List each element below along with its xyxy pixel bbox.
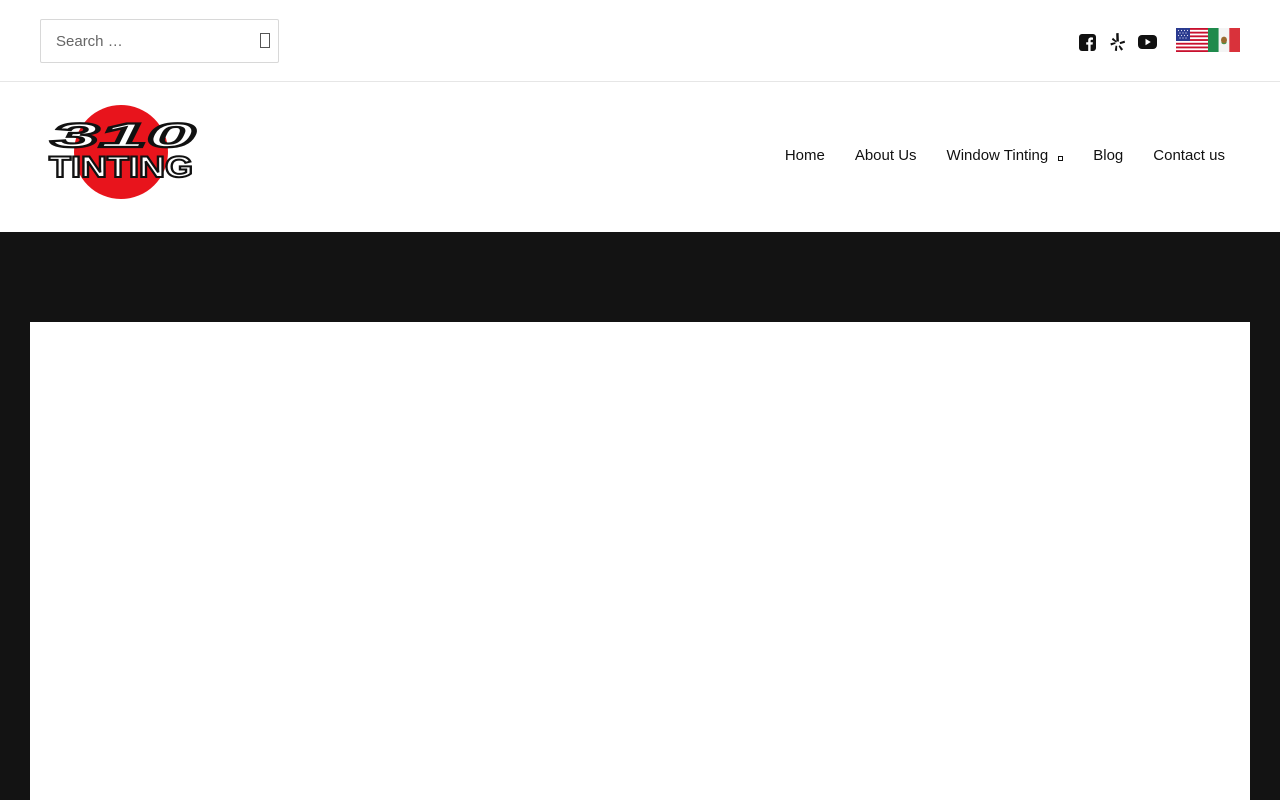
nav-contact-us[interactable]: Contact us [1138, 147, 1240, 164]
nav-blog[interactable]: Blog [1078, 147, 1138, 164]
top-bar [0, 0, 1280, 82]
nav-blog-label: Blog [1093, 147, 1124, 164]
nav-home-label: Home [784, 147, 825, 164]
mexico-flag-icon[interactable] [1208, 28, 1240, 52]
site-header: 310 TINTING Home About Us Window Tinting… [0, 83, 1280, 232]
facebook-icon[interactable] [1077, 31, 1097, 53]
logo-number: 310 [51, 117, 195, 155]
yelp-icon[interactable] [1108, 31, 1126, 53]
search-input[interactable] [41, 20, 241, 62]
nav-home[interactable]: Home [770, 147, 840, 164]
us-flag-icon[interactable] [1176, 28, 1208, 52]
search-submit-icon[interactable] [260, 33, 270, 48]
nav-about-us-label: About Us [854, 147, 917, 164]
nav-window-tinting[interactable]: Window Tinting [932, 147, 1079, 164]
nav-about-us[interactable]: About Us [840, 147, 932, 164]
youtube-icon[interactable] [1137, 31, 1157, 53]
nav-window-tinting-label: Window Tinting [946, 147, 1049, 164]
site-logo[interactable]: 310 TINTING [47, 103, 197, 201]
chevron-down-icon [1058, 155, 1064, 161]
nav-contact-us-label: Contact us [1153, 147, 1225, 164]
search-form [40, 19, 279, 63]
content-panel [30, 322, 1250, 800]
main-nav: Home About Us Window Tinting Blog Contac… [770, 147, 1240, 164]
hero-section [0, 232, 1280, 800]
logo-wordmark: TINTING [49, 151, 193, 184]
